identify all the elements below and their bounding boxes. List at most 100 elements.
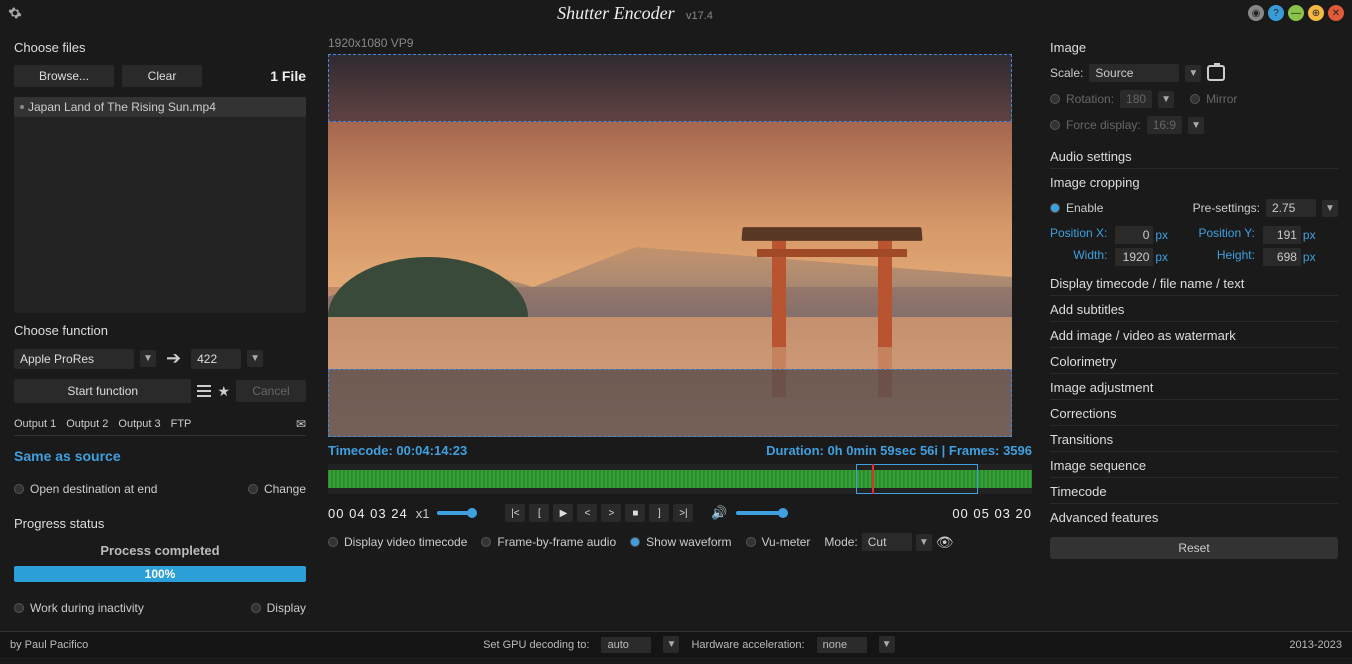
star-icon[interactable]: ★ bbox=[217, 383, 230, 400]
rotation-caret-icon[interactable]: ▼ bbox=[1158, 91, 1174, 108]
preset-select[interactable]: 422 bbox=[191, 349, 241, 369]
timecode-section[interactable]: Timecode bbox=[1050, 480, 1338, 504]
hw-caret-icon[interactable]: ▼ bbox=[879, 636, 895, 653]
tc-in[interactable]: 00 04 03 24 bbox=[328, 506, 408, 521]
waveform-selection[interactable] bbox=[856, 464, 978, 494]
browse-button[interactable]: Browse... bbox=[14, 65, 114, 87]
watermark-section[interactable]: Add image / video as watermark bbox=[1050, 324, 1338, 348]
eye-icon[interactable]: 👁 bbox=[936, 534, 954, 551]
enable-crop-checkbox[interactable] bbox=[1050, 203, 1060, 213]
tab-output2[interactable]: Output 2 bbox=[66, 418, 108, 430]
file-name: Japan Land of The Rising Sun.mp4 bbox=[28, 100, 216, 114]
width-input[interactable]: 1920 bbox=[1115, 248, 1153, 266]
display-tc-checkbox[interactable] bbox=[328, 537, 338, 547]
scale-caret-icon[interactable]: ▼ bbox=[1185, 65, 1201, 82]
volume-icon[interactable]: 🔊 bbox=[711, 505, 727, 521]
start-function-button[interactable]: Start function bbox=[14, 379, 191, 403]
envelope-icon[interactable]: ✉ bbox=[296, 417, 306, 431]
change-checkbox[interactable] bbox=[248, 484, 258, 494]
gpu-caret-icon[interactable]: ▼ bbox=[663, 636, 679, 653]
posy-label: Position Y: bbox=[1198, 226, 1254, 244]
tab-ftp[interactable]: FTP bbox=[171, 418, 192, 430]
gpu-select[interactable]: auto bbox=[601, 637, 651, 653]
advanced-section[interactable]: Advanced features bbox=[1050, 506, 1338, 529]
work-inactivity-checkbox[interactable] bbox=[14, 603, 24, 613]
timecode-display: Timecode: 00:04:14:23 bbox=[328, 443, 467, 458]
goto-end-button[interactable]: >| bbox=[673, 504, 693, 522]
hw-select[interactable]: none bbox=[817, 637, 867, 653]
rotation-checkbox[interactable] bbox=[1050, 94, 1060, 104]
settings-icon[interactable] bbox=[8, 6, 22, 20]
rotation-select[interactable]: 180 bbox=[1120, 90, 1152, 108]
px-unit: px bbox=[1303, 228, 1316, 242]
stop-button[interactable]: ■ bbox=[625, 504, 645, 522]
gpu-label: Set GPU decoding to: bbox=[483, 639, 589, 651]
posy-input[interactable]: 191 bbox=[1263, 226, 1301, 244]
tc-out[interactable]: 00 05 03 20 bbox=[952, 506, 1032, 521]
info-btn[interactable]: ◉ bbox=[1248, 5, 1264, 21]
file-count: 1 File bbox=[270, 68, 306, 84]
sequence-section[interactable]: Image sequence bbox=[1050, 454, 1338, 478]
step-fwd-button[interactable]: > bbox=[601, 504, 621, 522]
waveform-cursor[interactable] bbox=[872, 464, 874, 494]
tab-output1[interactable]: Output 1 bbox=[14, 418, 56, 430]
file-list[interactable]: Japan Land of The Rising Sun.mp4 bbox=[14, 97, 306, 313]
play-button[interactable]: ▶ bbox=[553, 504, 573, 522]
transitions-section[interactable]: Transitions bbox=[1050, 428, 1338, 452]
height-input[interactable]: 698 bbox=[1263, 248, 1301, 266]
fbf-label: Frame-by-frame audio bbox=[497, 535, 616, 549]
display-checkbox[interactable] bbox=[251, 603, 261, 613]
process-completed: Process completed bbox=[14, 543, 306, 558]
app-name: Shutter Encoder bbox=[557, 3, 674, 23]
force-display-select[interactable]: 16:9 bbox=[1147, 116, 1182, 134]
app-version: v17.4 bbox=[686, 10, 713, 22]
crop-overlay-top[interactable] bbox=[328, 54, 1012, 122]
tab-output3[interactable]: Output 3 bbox=[118, 418, 160, 430]
scale-select[interactable]: Source bbox=[1089, 64, 1179, 82]
minimize-btn[interactable]: — bbox=[1288, 5, 1304, 21]
waveform-checkbox[interactable] bbox=[630, 537, 640, 547]
preset-caret-icon[interactable]: ▼ bbox=[247, 350, 263, 367]
step-back-button[interactable]: < bbox=[577, 504, 597, 522]
speed-slider[interactable] bbox=[437, 511, 477, 515]
reset-button[interactable]: Reset bbox=[1050, 537, 1338, 559]
clear-button[interactable]: Clear bbox=[122, 65, 202, 87]
presettings-select[interactable]: 2.75 bbox=[1266, 199, 1316, 217]
work-inactivity-label: Work during inactivity bbox=[30, 601, 144, 615]
mirror-checkbox[interactable] bbox=[1190, 94, 1200, 104]
fbf-checkbox[interactable] bbox=[481, 537, 491, 547]
crop-overlay-bottom[interactable] bbox=[328, 369, 1012, 437]
codec-select[interactable]: Apple ProRes bbox=[14, 349, 134, 369]
preset-caret-icon[interactable]: ▼ bbox=[1322, 200, 1338, 217]
open-dest-checkbox[interactable] bbox=[14, 484, 24, 494]
video-preview[interactable] bbox=[328, 54, 1012, 437]
force-caret-icon[interactable]: ▼ bbox=[1188, 117, 1204, 134]
mode-select[interactable]: Cut bbox=[862, 533, 912, 551]
vumeter-checkbox[interactable] bbox=[746, 537, 756, 547]
subtitles-section[interactable]: Add subtitles bbox=[1050, 298, 1338, 322]
menu-icon[interactable] bbox=[197, 385, 211, 397]
timecode-text-section[interactable]: Display timecode / file name / text bbox=[1050, 272, 1338, 296]
goto-start-button[interactable]: |< bbox=[505, 504, 525, 522]
screenshot-icon[interactable] bbox=[1207, 65, 1225, 81]
same-as-source[interactable]: Same as source bbox=[14, 448, 306, 464]
file-item[interactable]: Japan Land of The Rising Sun.mp4 bbox=[14, 97, 306, 117]
mark-in-button[interactable]: [ bbox=[529, 504, 549, 522]
volume-slider[interactable] bbox=[736, 511, 786, 515]
cancel-button[interactable]: Cancel bbox=[236, 380, 306, 402]
corrections-section[interactable]: Corrections bbox=[1050, 402, 1338, 426]
height-label: Height: bbox=[1198, 248, 1254, 266]
adjustment-section[interactable]: Image adjustment bbox=[1050, 376, 1338, 400]
image-section: Image bbox=[1050, 40, 1338, 55]
close-btn[interactable]: ✕ bbox=[1328, 5, 1344, 21]
maximize-btn[interactable]: ⊕ bbox=[1308, 5, 1324, 21]
mode-caret-icon[interactable]: ▼ bbox=[916, 534, 932, 551]
audio-section[interactable]: Audio settings bbox=[1050, 145, 1338, 169]
mark-out-button[interactable]: ] bbox=[649, 504, 669, 522]
posx-input[interactable]: 0 bbox=[1115, 226, 1153, 244]
codec-caret-icon[interactable]: ▼ bbox=[140, 350, 156, 367]
colorimetry-section[interactable]: Colorimetry bbox=[1050, 350, 1338, 374]
help-btn[interactable]: ? bbox=[1268, 5, 1284, 21]
waveform[interactable] bbox=[328, 464, 1032, 494]
force-display-checkbox[interactable] bbox=[1050, 120, 1060, 130]
